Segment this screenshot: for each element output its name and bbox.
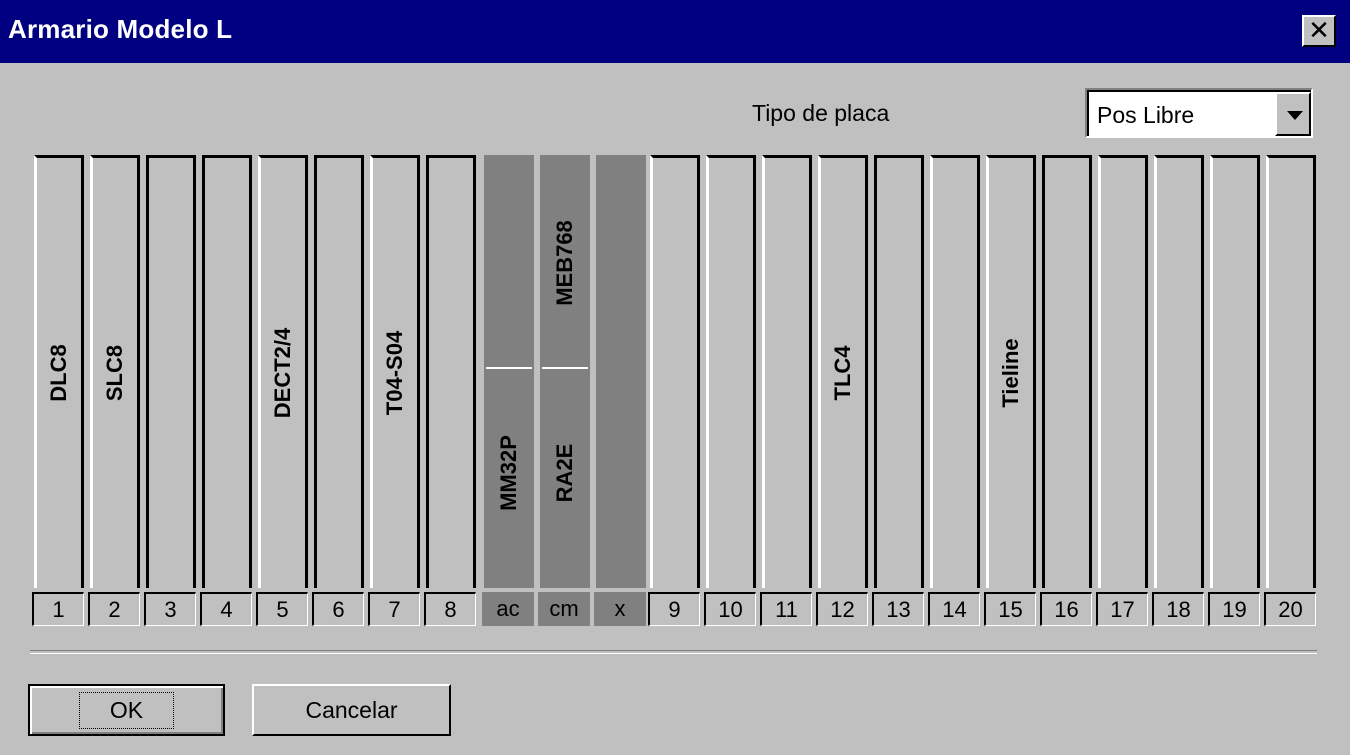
slot-label: TLC4 [830, 345, 855, 401]
slot-number: 16 [1040, 592, 1092, 626]
slot-16[interactable] [1042, 155, 1092, 588]
slot-17[interactable] [1098, 155, 1148, 588]
slot-ac[interactable]: MM32P [484, 155, 534, 588]
slot-19[interactable] [1210, 155, 1260, 588]
slot-number: cm [538, 592, 590, 626]
slot-9[interactable] [650, 155, 700, 588]
ok-label: OK [78, 691, 175, 729]
slot-10[interactable] [706, 155, 756, 588]
slot-11[interactable] [762, 155, 812, 588]
slot-5[interactable]: DECT2/4 [258, 155, 308, 588]
slot-label: DLC8 [46, 344, 71, 402]
slot-number: 20 [1264, 592, 1316, 626]
slot-1[interactable]: DLC8 [34, 155, 84, 588]
close-button[interactable]: ✕ [1302, 15, 1336, 47]
slot-number: 3 [144, 592, 196, 626]
tipo-placa-label: Tipo de placa [752, 100, 890, 126]
slot-number: 10 [704, 592, 756, 626]
slot-label: SLC8 [102, 344, 127, 402]
slot-4[interactable] [202, 155, 252, 588]
cancel-label: Cancelar [305, 696, 398, 723]
slot-number: 19 [1208, 592, 1260, 626]
slot-8[interactable] [426, 155, 476, 588]
slot-number: 6 [312, 592, 364, 626]
slot-18[interactable] [1154, 155, 1204, 588]
slot-number: 8 [424, 592, 476, 626]
slot-number: 11 [760, 592, 812, 626]
slot-2[interactable]: SLC8 [90, 155, 140, 588]
tipo-placa-value: Pos Libre [1097, 102, 1195, 128]
separator [30, 650, 1317, 654]
slot-label: DECT2/4 [270, 327, 295, 419]
cancel-button[interactable]: Cancelar [252, 684, 451, 736]
chevron-down-icon[interactable] [1275, 92, 1311, 136]
slot-number: 13 [872, 592, 924, 626]
slot-7[interactable]: T04-S04 [370, 155, 420, 588]
slot-number: 7 [368, 592, 420, 626]
slot-number: 14 [928, 592, 980, 626]
slot-number: 5 [256, 592, 308, 626]
slot-number: 4 [200, 592, 252, 626]
slot-label-bottom: RA2E [552, 443, 577, 503]
slot-6[interactable] [314, 155, 364, 588]
slot-label-bottom: MM32P [496, 435, 521, 511]
slot-number: 17 [1096, 592, 1148, 626]
slot-number: 2 [88, 592, 140, 626]
close-icon: ✕ [1308, 16, 1330, 46]
slot-number: ac [482, 592, 534, 626]
ok-button[interactable]: OK [28, 684, 225, 736]
slot-cm[interactable]: MEB768 RA2E [540, 155, 590, 588]
slot-divider [486, 367, 532, 369]
tipo-placa-select[interactable]: Pos Libre [1085, 88, 1313, 138]
slot-number: x [594, 592, 646, 626]
slot-3[interactable] [146, 155, 196, 588]
slot-number: 18 [1152, 592, 1204, 626]
slot-13[interactable] [874, 155, 924, 588]
slot-number: 1 [32, 592, 84, 626]
slot-20[interactable] [1266, 155, 1316, 588]
slot-divider [542, 367, 588, 369]
slot-label: Tieline [998, 338, 1023, 408]
slot-number: 15 [984, 592, 1036, 626]
slot-15[interactable]: Tieline [986, 155, 1036, 588]
slot-x[interactable] [596, 155, 646, 588]
slot-14[interactable] [930, 155, 980, 588]
slot-label-top: MEB768 [552, 220, 577, 306]
slot-number: 12 [816, 592, 868, 626]
window-title: Armario Modelo L [8, 14, 233, 44]
title-bar: Armario Modelo L ✕ [0, 0, 1350, 63]
slot-label: T04-S04 [382, 330, 407, 416]
slot-number: 9 [648, 592, 700, 626]
slot-12[interactable]: TLC4 [818, 155, 868, 588]
